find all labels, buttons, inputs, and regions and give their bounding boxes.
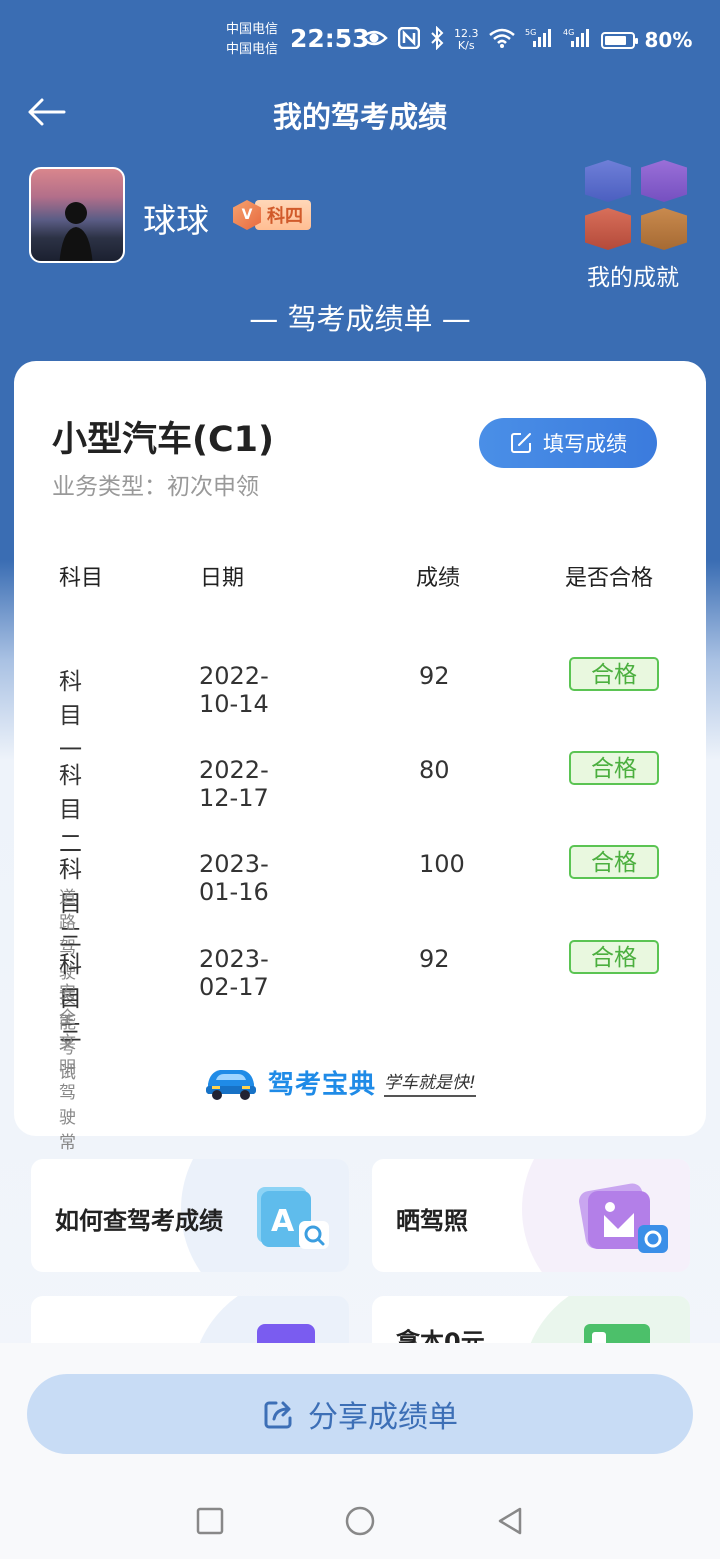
brand-name: 驾考宝典 bbox=[268, 1069, 377, 1100]
svg-text:A: A bbox=[271, 1204, 295, 1239]
level-badge[interactable]: V 科四 bbox=[233, 199, 311, 231]
edit-icon bbox=[511, 433, 531, 453]
circle-icon bbox=[345, 1506, 375, 1536]
achievement-badges bbox=[585, 160, 689, 250]
search-doc-icon: A bbox=[257, 1187, 329, 1249]
row-score: 100 bbox=[419, 850, 465, 878]
brand-slogan: 学车就是快! bbox=[384, 1068, 476, 1097]
carrier-1: 中国电信 bbox=[226, 22, 279, 37]
row-date: 2023-01-16 bbox=[199, 850, 269, 906]
column-date: 日期 bbox=[200, 566, 245, 591]
photo-icon bbox=[579, 1183, 668, 1253]
nav-home-button[interactable] bbox=[344, 1505, 376, 1537]
row-score: 92 bbox=[419, 662, 450, 690]
carrier-info: 中国电信 中国电信 bbox=[226, 20, 278, 60]
row-date: 2023-02-17 bbox=[199, 945, 269, 1001]
sheet-title: — 驾考成绩单 — bbox=[249, 302, 471, 336]
pass-status-badge: 合格 bbox=[569, 940, 659, 974]
business-type: 业务类型：初次申领 bbox=[52, 474, 259, 500]
achievement-badge-3 bbox=[585, 208, 631, 250]
row-date: 2022-12-17 bbox=[199, 756, 269, 812]
pass-status-badge: 合格 bbox=[569, 751, 659, 785]
battery-percent: 80% bbox=[644, 28, 693, 52]
signal-5g-icon: 5G bbox=[525, 27, 553, 53]
nav-recents-button[interactable] bbox=[194, 1505, 226, 1537]
sim1-type: 5G bbox=[525, 28, 536, 37]
status-icons: 12.3 K/s 5G 4G 80% bbox=[360, 25, 693, 54]
achievements-label: 我的成就 bbox=[587, 265, 679, 291]
pass-status-badge: 合格 bbox=[569, 845, 659, 879]
page-title: 我的驾考成绩 bbox=[272, 100, 447, 134]
achievement-badge-2 bbox=[641, 160, 687, 202]
status-bar: 中国电信 中国电信 22:53 12.3 K/s 5G 4G 80% bbox=[0, 0, 720, 80]
signal-4g-icon: 4G bbox=[563, 27, 591, 53]
person-silhouette bbox=[59, 202, 93, 261]
square-icon bbox=[196, 1507, 224, 1535]
clock: 22:53 bbox=[290, 24, 370, 53]
battery-icon bbox=[600, 31, 638, 49]
sim2-type: 4G bbox=[563, 28, 574, 37]
row-date: 2022-10-14 bbox=[199, 662, 269, 718]
row-subject: 科目一 bbox=[59, 669, 82, 763]
column-subject: 科目 bbox=[59, 566, 104, 591]
eye-icon bbox=[360, 28, 388, 52]
tile-share-license[interactable]: 晒驾照 bbox=[372, 1159, 690, 1272]
username: 球球 bbox=[143, 201, 209, 240]
achievement-badge-1 bbox=[585, 160, 631, 202]
row-score: 92 bbox=[419, 945, 450, 973]
column-pass: 是否合格 bbox=[565, 566, 654, 591]
share-score-button[interactable]: 分享成绩单 bbox=[27, 1374, 693, 1454]
share-icon bbox=[264, 1401, 292, 1429]
car-icon bbox=[206, 1070, 256, 1100]
tile-label: 晒驾照 bbox=[396, 1207, 468, 1235]
license-type: 小型汽车(C1) bbox=[52, 420, 275, 460]
tile-label: 如何查驾考成绩 bbox=[55, 1207, 223, 1235]
net-speed: 12.3 K/s bbox=[454, 28, 479, 52]
achievements-button[interactable]: 我的成就 bbox=[577, 160, 689, 291]
row-score: 80 bbox=[419, 756, 450, 784]
bluetooth-icon bbox=[430, 25, 444, 54]
wifi-icon bbox=[488, 28, 515, 52]
avatar[interactable] bbox=[29, 167, 125, 263]
brand-logo: 驾考宝典 学车就是快! bbox=[202, 1062, 476, 1102]
fill-score-button[interactable]: 填写成绩 bbox=[479, 418, 657, 468]
pass-status-badge: 合格 bbox=[569, 657, 659, 691]
carrier-2: 中国电信 bbox=[226, 42, 279, 57]
level-badge-text: 科四 bbox=[255, 200, 311, 230]
nfc-icon bbox=[397, 26, 421, 53]
row-subject: 科目二 bbox=[59, 763, 82, 857]
column-score: 成绩 bbox=[416, 566, 461, 591]
nav-back-button[interactable] bbox=[494, 1505, 526, 1537]
net-speed-unit: K/s bbox=[457, 39, 475, 52]
achievement-badge-4 bbox=[641, 208, 687, 250]
triangle-back-icon bbox=[498, 1507, 522, 1535]
tile-how-to-check[interactable]: 如何查驾考成绩 A bbox=[31, 1159, 349, 1272]
share-label: 分享成绩单 bbox=[308, 1400, 458, 1435]
fill-score-label: 填写成绩 bbox=[543, 432, 627, 456]
